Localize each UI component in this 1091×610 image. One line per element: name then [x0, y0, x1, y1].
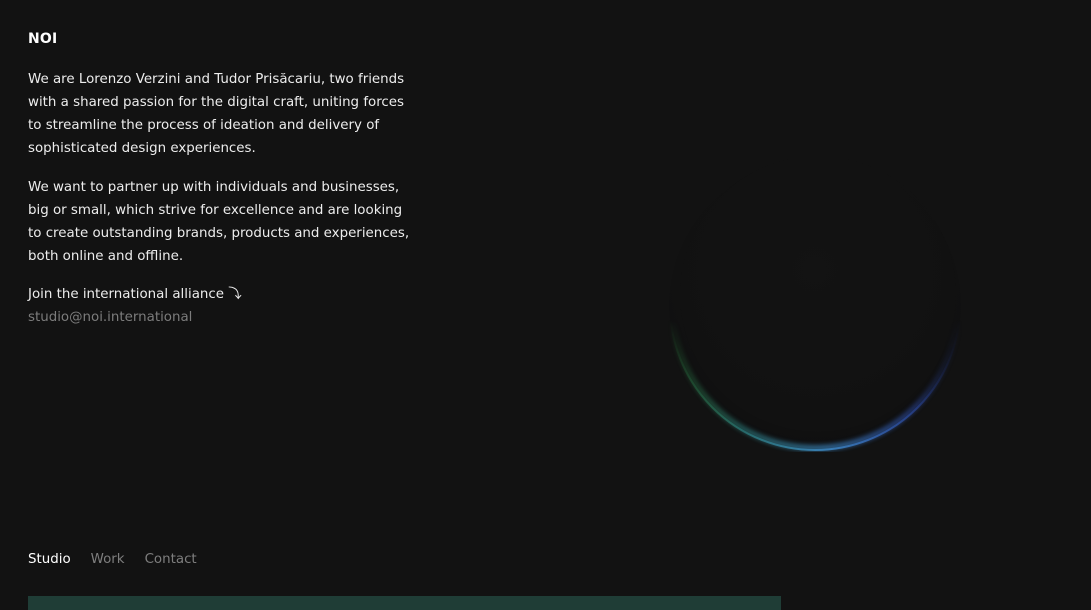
content-panel-preview [28, 596, 781, 610]
contact-cta: Join the international alliance ⤵ studio… [28, 283, 242, 329]
nav-item-work[interactable]: Work [91, 549, 125, 571]
decorative-orb [669, 158, 961, 451]
nav-item-studio[interactable]: Studio [28, 549, 71, 571]
intro-paragraph-1: We are Lorenzo Verzini and Tudor Prisăca… [28, 72, 405, 156]
orb-inner-shadow [680, 158, 956, 432]
main-nav: Studio Work Contact [28, 549, 197, 571]
intro-section: We are Lorenzo Verzini and Tudor Prisăca… [28, 68, 413, 284]
intro-paragraph-2: We want to partner up with individuals a… [28, 180, 410, 264]
nav-item-contact[interactable]: Contact [145, 549, 197, 571]
email-link[interactable]: studio@noi.international [28, 306, 242, 329]
brand-logo[interactable]: NOI [28, 31, 57, 47]
join-alliance-label: Join the international alliance ⤵ [28, 287, 242, 302]
